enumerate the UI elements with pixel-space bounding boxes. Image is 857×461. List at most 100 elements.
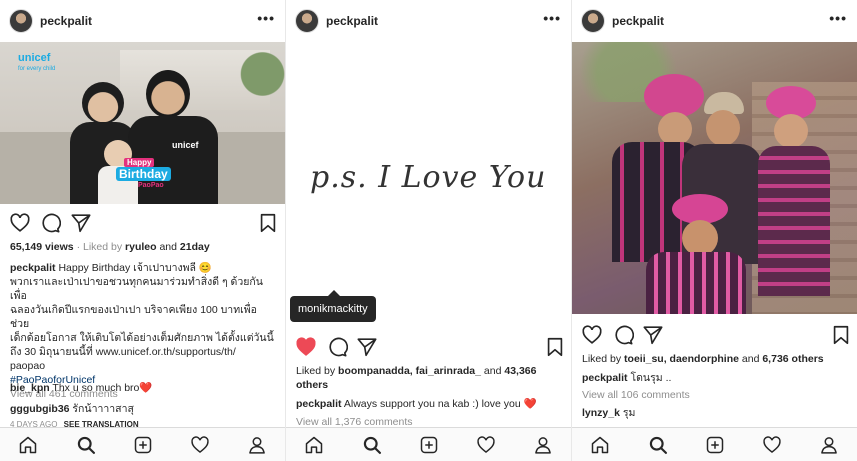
unicef-logo-sub: for every child <box>18 66 56 72</box>
nav-profile[interactable] <box>533 435 553 455</box>
comment-username[interactable]: bie_kpn <box>10 382 50 394</box>
nav-home[interactable] <box>18 435 38 455</box>
bookmark-icon <box>547 337 563 357</box>
post-panel-2: peckpalit ••• p.s. I Love You monikmacki… <box>286 0 571 461</box>
more-options-button[interactable]: ••• <box>257 10 275 26</box>
profile-icon <box>535 437 551 454</box>
nav-activity[interactable] <box>762 435 782 455</box>
liked-user[interactable]: ryuleo <box>125 241 157 253</box>
liked-count[interactable]: 43,366 <box>504 365 536 377</box>
caption: peckpalit Happy Birthday เจ้าเปาบางพลี 😊… <box>10 261 275 401</box>
add-post-icon <box>420 436 438 454</box>
nav-add-post[interactable] <box>419 435 439 455</box>
save-button[interactable] <box>830 324 852 346</box>
likes-line: Liked by toeii_su, daendorphine and 6,73… <box>582 352 847 366</box>
comment-button[interactable] <box>39 212 62 234</box>
post-photo[interactable]: p.s. I Love You <box>286 42 571 302</box>
caption-line-3: ฉลองวันเกิดปีแรกของเป่าเปา บริจาคเพียง 1… <box>10 304 257 330</box>
nav-add-post[interactable] <box>705 435 725 455</box>
post-username[interactable]: peckpalit <box>40 14 92 28</box>
view-all-comments[interactable]: View all 106 comments <box>582 388 847 402</box>
views-count[interactable]: 65,149 views <box>10 241 74 253</box>
caption: peckpalit โดนรุม .. <box>582 371 847 385</box>
avatar[interactable] <box>581 9 605 33</box>
post-panel-1: peckpalit ••• unicef unicef for every ch… <box>0 0 285 461</box>
tag-username: monikmackitty <box>298 303 368 315</box>
banner-top: Happy <box>124 158 155 167</box>
like-button[interactable] <box>581 324 603 346</box>
nav-add-post[interactable] <box>133 435 153 455</box>
liked-and: and <box>741 353 760 365</box>
bookmark-icon <box>260 213 276 233</box>
banner-main: Birthday <box>116 167 171 181</box>
save-button[interactable] <box>544 336 566 358</box>
nav-search[interactable] <box>76 435 96 455</box>
more-options-button[interactable]: ••• <box>829 10 847 26</box>
liked-users[interactable]: boompanadda, fai_arinrada_ <box>338 365 481 377</box>
liked-and: and <box>483 365 502 377</box>
share-button[interactable] <box>70 212 92 234</box>
bookmark-icon <box>833 325 849 345</box>
comment-username[interactable]: gggubgib36 <box>10 403 70 415</box>
child-face <box>658 112 692 146</box>
activity-icon <box>477 436 495 454</box>
comment-username[interactable]: peckpalit <box>296 398 342 410</box>
comment-button[interactable] <box>326 336 349 358</box>
liked-and: and <box>159 241 177 253</box>
send-icon <box>71 214 91 233</box>
add-post-icon <box>706 436 724 454</box>
post-photo[interactable] <box>572 42 857 314</box>
comment-text: รุม <box>622 407 636 419</box>
liked-count[interactable]: 21day <box>180 241 210 253</box>
home-icon <box>591 436 609 454</box>
photo-script-text: p.s. I Love You <box>310 160 547 195</box>
profile-icon <box>249 437 265 454</box>
comment-row: gggubgib36 รักน้าาาาสาสุ <box>10 402 275 416</box>
activity-icon <box>191 436 209 454</box>
comment-text: รักน้าาาาสาสุ <box>72 403 134 415</box>
caption-username[interactable]: peckpalit <box>582 372 628 384</box>
comment-text: Always support you na kab :) love you ❤️ <box>343 398 537 410</box>
post-username[interactable]: peckpalit <box>326 14 378 28</box>
nav-home[interactable] <box>304 435 324 455</box>
avatar[interactable] <box>295 9 319 33</box>
nav-search[interactable] <box>648 435 668 455</box>
send-icon <box>357 338 377 357</box>
like-button[interactable] <box>295 336 317 358</box>
comment-button[interactable] <box>612 324 635 346</box>
nav-activity[interactable] <box>190 435 210 455</box>
liked-users[interactable]: toeii_su, daendorphine <box>624 353 739 365</box>
share-button[interactable] <box>356 336 378 358</box>
post-username[interactable]: peckpalit <box>612 14 664 28</box>
save-button[interactable] <box>257 212 279 234</box>
nav-profile[interactable] <box>247 435 267 455</box>
post-header: peckpalit ••• <box>286 0 571 42</box>
nav-search[interactable] <box>362 435 382 455</box>
liked-count[interactable]: 6,736 others <box>762 353 823 365</box>
avatar[interactable] <box>9 9 33 33</box>
liked-others[interactable]: others <box>296 378 561 392</box>
caption-username[interactable]: peckpalit <box>10 262 56 274</box>
nav-activity[interactable] <box>476 435 496 455</box>
comment-row: peckpalit Always support you na kab :) l… <box>296 397 561 411</box>
comment-username[interactable]: lynzy_k <box>582 407 620 419</box>
bottom-nav <box>286 427 571 461</box>
comment-row: bie_kpn Thx u so much bro❤️ <box>10 381 275 395</box>
girl-face <box>774 114 808 148</box>
plant-decor <box>240 42 285 122</box>
share-button[interactable] <box>642 324 664 346</box>
woman-figure <box>82 82 124 124</box>
post-photo[interactable]: unicef unicef for every child Happy Birt… <box>0 42 285 204</box>
nav-home[interactable] <box>590 435 610 455</box>
more-options-button[interactable]: ••• <box>543 10 561 26</box>
comment-icon <box>615 325 635 345</box>
liked-by-label: Liked by <box>296 365 336 377</box>
post-header: peckpalit ••• <box>572 0 857 42</box>
activity-icon <box>763 436 781 454</box>
likes-line: Liked by boompanadda, fai_arinrada_ and … <box>296 364 561 392</box>
nav-profile[interactable] <box>819 435 839 455</box>
action-bar <box>572 324 857 350</box>
tag-tooltip[interactable]: monikmackitty <box>290 290 376 322</box>
caption-line-6: paopao <box>10 360 46 372</box>
like-button[interactable] <box>9 212 31 234</box>
